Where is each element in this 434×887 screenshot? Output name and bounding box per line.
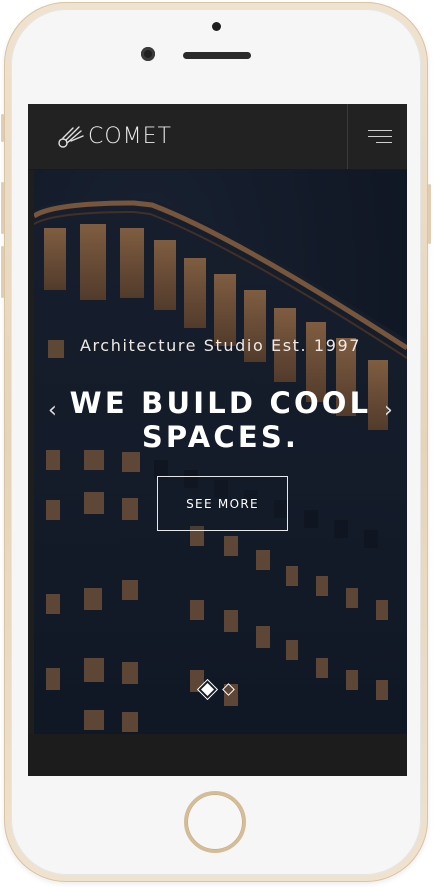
earpiece-speaker	[183, 52, 251, 59]
navbar: COMET	[28, 104, 407, 170]
mute-switch	[1, 114, 4, 142]
logo-text: COMET	[88, 124, 172, 149]
power-button	[428, 184, 431, 244]
hamburger-menu-icon[interactable]	[366, 130, 392, 144]
slide-indicator-2[interactable]	[222, 683, 235, 696]
headline-line-1: WE BUILD COOL	[69, 386, 372, 420]
menu-divider	[347, 104, 348, 169]
phone-screen: COMET Architecture Studio Est. 1997 WE B…	[28, 104, 407, 776]
hero-subtitle: Architecture Studio Est. 1997	[79, 336, 362, 355]
see-more-button[interactable]: SEE MORE	[157, 476, 288, 531]
hero-headline: WE BUILD COOL SPACES.	[34, 386, 407, 454]
logo[interactable]: COMET	[57, 124, 172, 149]
headline-line-2: SPACES.	[141, 420, 300, 454]
hero-slider: Architecture Studio Est. 1997 WE BUILD C…	[34, 170, 407, 734]
front-camera	[141, 47, 155, 61]
volume-up-button	[1, 182, 4, 234]
prev-slide-arrow-icon[interactable]: ‹	[48, 398, 57, 423]
home-button[interactable]	[184, 791, 246, 853]
comet-icon	[58, 125, 84, 148]
volume-down-button	[1, 246, 4, 298]
next-slide-arrow-icon[interactable]: ›	[384, 398, 393, 423]
slide-indicators	[201, 683, 235, 696]
slide-indicator-1[interactable]	[201, 683, 214, 696]
proximity-sensor	[212, 22, 221, 31]
bottom-bar	[28, 734, 407, 776]
